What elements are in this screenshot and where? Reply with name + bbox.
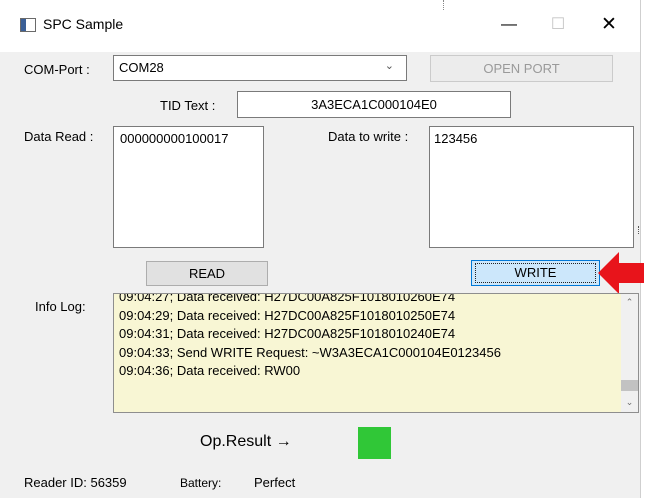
scroll-up-icon[interactable]: ⌃ bbox=[621, 294, 638, 311]
title-bar[interactable]: SPC Sample — ☐ ✕ bbox=[0, 0, 640, 52]
log-line: 09:04:27; Data received: H27DC00A825F101… bbox=[119, 293, 456, 304]
vertical-scrollbar[interactable]: ⌃ ⌄ bbox=[621, 294, 638, 412]
com-port-value: COM28 bbox=[119, 60, 164, 75]
log-line: 09:04:31; Data received: H27DC00A825F101… bbox=[119, 326, 456, 341]
data-write-label: Data to write : bbox=[328, 129, 409, 144]
tid-field[interactable]: 3A3ECA1C000104E0 bbox=[237, 91, 511, 118]
maximize-button[interactable]: ☐ bbox=[535, 10, 581, 40]
data-write-field[interactable]: 123456 bbox=[429, 126, 634, 248]
op-result-label: Op.Result → bbox=[200, 433, 292, 450]
battery-value: Perfect bbox=[254, 475, 296, 490]
scroll-down-icon[interactable]: ⌄ bbox=[621, 394, 638, 411]
info-log-textbox[interactable]: 09:04:27; Data received: H27DC00A825F101… bbox=[113, 293, 639, 413]
com-port-label: COM-Port : bbox=[24, 62, 90, 77]
read-button[interactable]: READ bbox=[146, 261, 268, 286]
com-port-select[interactable]: COM28 ⌄ bbox=[113, 55, 407, 81]
chevron-down-icon: ⌄ bbox=[384, 60, 394, 72]
data-read-label: Data Read : bbox=[24, 129, 94, 144]
minimize-button[interactable]: — bbox=[486, 10, 532, 40]
log-line: 09:04:36; Data received: RW00 bbox=[119, 363, 301, 378]
arrow-shape bbox=[598, 252, 644, 294]
reader-id-label: Reader ID: 56359 bbox=[24, 475, 127, 490]
log-line: 09:04:33; Send WRITE Request: ~W3A3ECA1C… bbox=[119, 344, 501, 360]
open-port-button[interactable]: OPEN PORT bbox=[430, 55, 613, 82]
info-log-label: Info Log: bbox=[35, 299, 86, 314]
divider bbox=[443, 0, 445, 10]
battery-label: Battery: bbox=[180, 476, 222, 490]
tid-label: TID Text : bbox=[160, 98, 216, 113]
op-result-indicator bbox=[358, 427, 391, 459]
red-arrow-icon bbox=[598, 252, 644, 294]
close-button[interactable]: ✕ bbox=[586, 10, 632, 40]
app-window: SPC Sample — ☐ ✕ COM-Port : COM28 ⌄ OPEN… bbox=[0, 0, 644, 498]
app-window-icon bbox=[20, 18, 36, 32]
divider bbox=[638, 226, 642, 234]
window-title: SPC Sample bbox=[43, 16, 124, 32]
info-log-lines: 09:04:27; Data received: H27DC00A825F101… bbox=[119, 293, 619, 381]
data-read-field[interactable]: 000000000100017 bbox=[113, 126, 264, 248]
log-line: 09:04:29; Data received: H27DC00A825F101… bbox=[119, 307, 456, 323]
focus-rectangle bbox=[475, 263, 596, 283]
scrollbar-thumb[interactable] bbox=[621, 380, 638, 391]
